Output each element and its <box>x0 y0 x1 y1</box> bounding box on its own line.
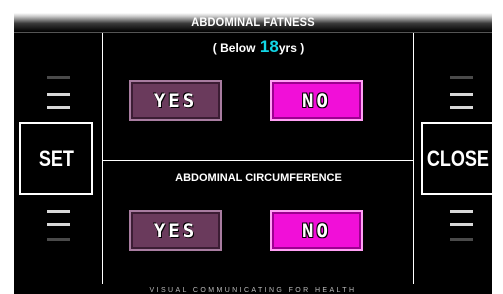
close-button-label: CLOSE <box>426 145 490 171</box>
left-indicator-bar <box>47 210 70 213</box>
q1-yes-label: YES <box>153 89 198 112</box>
right-indicator-bar <box>450 106 473 109</box>
left-indicator-bar <box>47 106 70 109</box>
q2-no-button[interactable]: NO <box>270 210 363 251</box>
page-title: ABDOMINAL FATNESS <box>191 15 315 29</box>
q1-no-label: NO <box>302 89 331 112</box>
right-divider <box>413 33 414 284</box>
right-indicator-bar <box>450 93 473 96</box>
left-indicator-bar <box>47 223 70 226</box>
right-indicator-bar <box>450 210 473 213</box>
age-prefix: ( Below <box>212 41 256 55</box>
right-indicator-bar <box>450 76 473 79</box>
right-indicator-bar <box>450 238 473 241</box>
left-indicator-bar <box>47 76 70 79</box>
q1-no-button[interactable]: NO <box>270 80 363 121</box>
q2-no-label: NO <box>302 219 331 242</box>
q2-yes-button[interactable]: YES <box>129 210 222 251</box>
left-divider <box>102 33 103 284</box>
circumference-title-text: ABDOMINAL CIRCUMFERENCE <box>175 172 342 184</box>
q2-yes-label: YES <box>153 219 198 242</box>
age-suffix: yrs ) <box>278 41 305 55</box>
footer-tagline: VISUAL COMMUNICATING FOR HEALTH <box>14 284 492 294</box>
circumference-title: ABDOMINAL CIRCUMFERENCE <box>104 167 413 187</box>
age-value: 18 <box>259 37 279 56</box>
q1-yes-button[interactable]: YES <box>129 80 222 121</box>
left-indicator-bar <box>47 93 70 96</box>
set-button[interactable]: SET <box>19 122 93 195</box>
set-button-label: SET <box>38 145 74 171</box>
left-indicator-bar <box>47 238 70 241</box>
right-indicator-bar <box>450 223 473 226</box>
close-button[interactable]: CLOSE <box>421 122 492 195</box>
center-divider <box>103 160 413 161</box>
device-screen: ABDOMINAL FATNESS SET CLOSE ( Below 18yr… <box>14 13 492 294</box>
title-bar: ABDOMINAL FATNESS <box>14 13 492 33</box>
age-condition-label: ( Below 18yrs ) <box>104 36 413 58</box>
